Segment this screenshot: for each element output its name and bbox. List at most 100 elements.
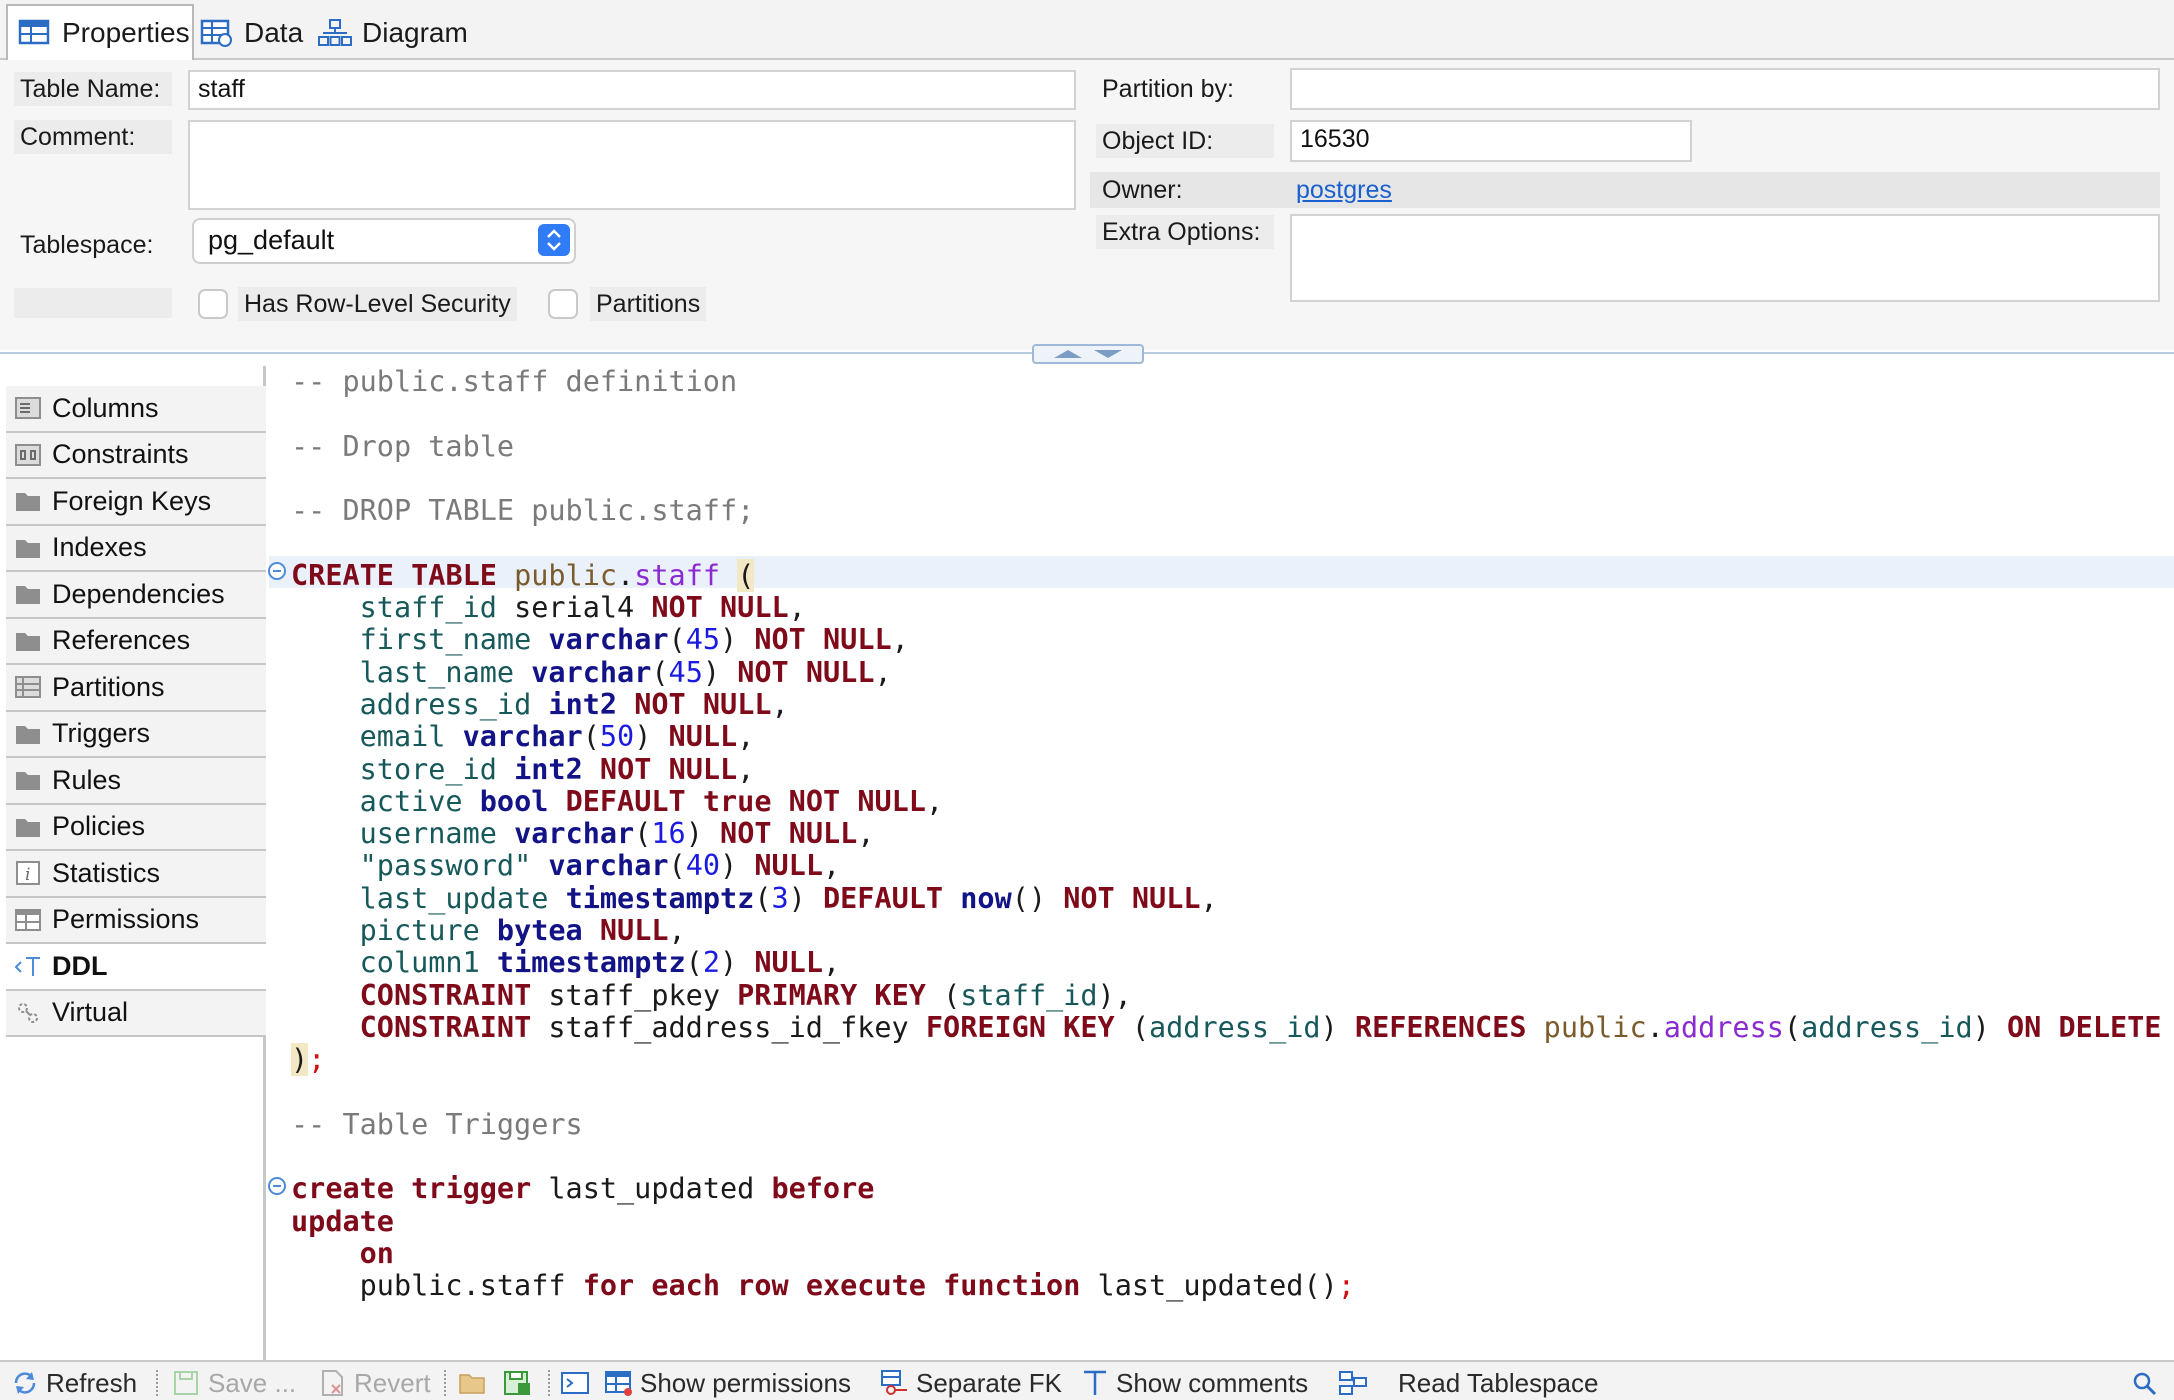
nav-label: Foreign Keys: [52, 485, 212, 516]
nav-item-rules[interactable]: Rules: [6, 758, 266, 805]
toolbar-separator: [548, 1370, 552, 1396]
ddl-editor[interactable]: -- public.staff definition -- Drop table…: [269, 366, 2174, 1360]
save-button[interactable]: Save ...: [172, 1366, 296, 1400]
tab-label: Data: [244, 17, 304, 48]
ddl-icon: [14, 957, 40, 977]
show-comments-toggle[interactable]: Show comments: [1080, 1366, 1308, 1400]
fold-collapse-icon[interactable]: [268, 562, 286, 580]
separate-fk-toggle[interactable]: Separate FK: [880, 1366, 1062, 1400]
folder-icon: [16, 493, 40, 512]
console-icon: [561, 1372, 589, 1394]
bottom-toolbar: Refresh Save ... Revert Show permissions…: [0, 1360, 2174, 1400]
folder-open-icon: [459, 1374, 485, 1394]
nav-item-dependencies[interactable]: Dependencies: [6, 572, 266, 619]
ddl-code[interactable]: -- public.staff definition -- Drop table…: [291, 366, 2174, 1303]
nav-item-permissions[interactable]: Permissions: [6, 897, 266, 944]
nav-label: Indexes: [52, 532, 147, 563]
permissions-table-icon: [605, 1371, 632, 1396]
nav-item-triggers[interactable]: Triggers: [6, 711, 266, 758]
row-level-security-checkbox[interactable]: [198, 289, 228, 319]
fold-collapse-icon[interactable]: [268, 1177, 286, 1195]
permissions-icon: [15, 908, 41, 931]
nav-label: Triggers: [52, 718, 151, 749]
nav-item-foreign-keys[interactable]: Foreign Keys: [6, 479, 266, 526]
refresh-label: Refresh: [46, 1367, 138, 1398]
table-name-field[interactable]: staff: [188, 70, 1076, 110]
nav-item-references[interactable]: References: [6, 618, 266, 665]
show-permissions-toggle[interactable]: Show permissions: [604, 1366, 851, 1400]
constraints-icon: [15, 443, 41, 466]
revert-label: Revert: [354, 1367, 431, 1398]
save-file-icon: [504, 1371, 530, 1395]
table-icon: [18, 19, 50, 45]
save-to-file-button[interactable]: [502, 1366, 538, 1400]
nav-item-indexes[interactable]: Indexes: [6, 525, 266, 572]
folder-icon: [16, 632, 40, 651]
tab-properties[interactable]: Properties: [6, 4, 194, 60]
object-id-label: Object ID:: [1096, 124, 1274, 158]
search-button[interactable]: [2130, 1366, 2166, 1400]
nav-label: Rules: [52, 764, 122, 795]
comment-field[interactable]: [188, 120, 1076, 210]
partitions-label: Partitions: [590, 287, 707, 321]
folder-icon: [16, 818, 40, 837]
nav-item-ddl[interactable]: DDL: [6, 944, 266, 991]
editor-tabbar: Properties Data Diagram: [0, 0, 2174, 60]
revert-button[interactable]: Revert: [318, 1366, 431, 1400]
tablespace-select[interactable]: pg_default: [192, 218, 576, 264]
extra-options-field[interactable]: [1290, 214, 2160, 302]
partition-by-label: Partition by:: [1102, 75, 1235, 103]
read-tablespace-label: Read Tablespace: [1398, 1367, 1599, 1398]
owner-label: Owner:: [1102, 176, 1183, 204]
separate-fk-label: Separate FK: [916, 1367, 1062, 1398]
nav-label: DDL: [52, 950, 108, 981]
nav-label: Partitions: [52, 671, 165, 702]
read-tablespace-toggle[interactable]: Read Tablespace: [1338, 1366, 1598, 1400]
nav-label: Constraints: [52, 439, 189, 470]
partition-by-field[interactable]: [1290, 68, 2160, 110]
extra-options-label: Extra Options:: [1096, 215, 1274, 249]
tab-label: Diagram: [362, 17, 468, 48]
nav-label: References: [52, 625, 191, 656]
partitions-checkbox[interactable]: [548, 289, 578, 319]
partitions-icon: [15, 676, 41, 699]
diagram-icon: [318, 19, 352, 46]
nav-item-statistics[interactable]: i Statistics: [6, 851, 266, 898]
nav-item-partitions[interactable]: Partitions: [6, 665, 266, 712]
nav-item-columns[interactable]: Columns: [6, 386, 266, 433]
toolbar-separator: [156, 1370, 160, 1396]
nav-item-constraints[interactable]: Constraints: [6, 432, 266, 479]
foreign-key-icon: [881, 1370, 907, 1395]
chevron-up-down-icon: [538, 224, 570, 256]
nav-label: Virtual: [52, 997, 129, 1028]
splitter-handle[interactable]: [1032, 344, 1144, 364]
nav-label: Columns: [52, 392, 159, 423]
show-comments-label: Show comments: [1116, 1367, 1309, 1398]
empty-label: [14, 288, 172, 318]
panel-splitter[interactable]: [0, 344, 2174, 366]
refresh-button[interactable]: Refresh: [10, 1366, 137, 1400]
save-label: Save ...: [208, 1367, 297, 1398]
folder-icon: [16, 772, 40, 791]
tab-label: Properties: [62, 17, 190, 48]
info-icon: i: [16, 861, 40, 886]
row-level-security-label: Has Row-Level Security: [238, 287, 517, 321]
folder-icon: [16, 586, 40, 605]
nav-label: Dependencies: [52, 578, 225, 609]
owner-link[interactable]: postgres: [1296, 173, 1392, 207]
text-icon: [1084, 1370, 1106, 1395]
tablespace-value: pg_default: [208, 225, 335, 255]
table-name-label: Table Name:: [14, 72, 172, 106]
toolbar-separator: [444, 1370, 448, 1396]
tab-diagram[interactable]: Diagram: [318, 6, 478, 60]
refresh-icon: [14, 1372, 36, 1394]
nav-label: Permissions: [52, 904, 200, 935]
save-icon: [174, 1371, 198, 1395]
comment-label: Comment:: [14, 120, 172, 154]
nav-item-policies[interactable]: Policies: [6, 804, 266, 851]
open-console-button[interactable]: [560, 1366, 596, 1400]
object-id-field[interactable]: 16530: [1290, 120, 1692, 162]
tab-data[interactable]: Data: [200, 6, 310, 60]
nav-item-virtual[interactable]: Virtual: [6, 990, 266, 1037]
open-folder-button[interactable]: [458, 1366, 494, 1400]
